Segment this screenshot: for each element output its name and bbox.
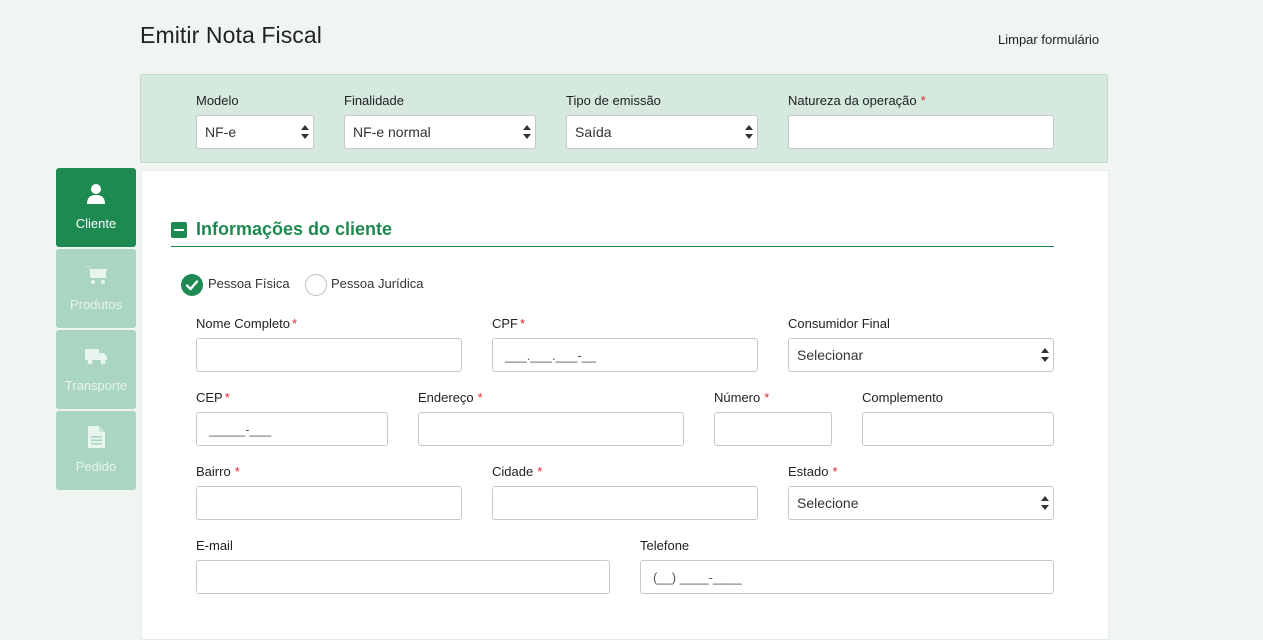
bairro-input[interactable] (196, 486, 462, 520)
numero-input[interactable] (714, 412, 832, 446)
page-title: Emitir Nota Fiscal (140, 22, 322, 48)
cidade-label-text: Cidade (492, 464, 534, 479)
tipo-emissao-select[interactable]: Saída (566, 115, 758, 149)
numero-label-text: Número (714, 390, 761, 405)
sidebar-tab-label: Cliente (75, 216, 117, 231)
email-label: E-mail (196, 538, 233, 553)
endereco-label-text: Endereço (418, 390, 474, 405)
required-marker: * (920, 93, 926, 108)
finalidade-select-value: NF-e normal (353, 124, 431, 140)
pessoa-juridica-radio[interactable] (305, 274, 327, 296)
telefone-label: Telefone (640, 538, 690, 553)
pessoa-fisica-label[interactable]: Pessoa Física (208, 276, 290, 291)
tipo-emissao-label: Tipo de emissão (566, 93, 661, 108)
sidebar-tab-label: Produtos (69, 297, 123, 312)
consumidor-final-select[interactable]: Selecionar (788, 338, 1054, 372)
estado-select-value: Selecione (797, 495, 859, 511)
truck-icon (85, 349, 107, 365)
sidebar-tab-label: Pedido (75, 459, 117, 474)
pessoa-juridica-label[interactable]: Pessoa Jurídica (331, 276, 424, 291)
section-title: Informações do cliente (196, 219, 393, 239)
nome-completo-input[interactable] (196, 338, 462, 372)
modelo-select-value: NF-e (205, 124, 237, 140)
sidebar-tab-produtos[interactable]: Produtos (56, 249, 136, 328)
cep-label-text: CEP (196, 390, 223, 405)
cpf-label: CPF * (492, 316, 525, 331)
cpf-placeholder: ___.___.___-__ (505, 348, 597, 363)
email-input[interactable] (196, 560, 610, 594)
sidebar-tab-label: Transporte (64, 378, 128, 393)
select-arrows-icon (1041, 496, 1049, 510)
required-marker: * (764, 390, 770, 405)
estado-label-text: Estado (788, 464, 829, 479)
endereco-input[interactable] (418, 412, 684, 446)
consumidor-final-label: Consumidor Final (788, 316, 890, 331)
cep-input[interactable]: _____-___ (196, 412, 388, 446)
clear-form-link[interactable]: Limpar formulário (998, 32, 1099, 47)
cart-icon (85, 266, 107, 284)
modelo-label: Modelo (196, 93, 239, 108)
natureza-operacao-input[interactable] (788, 115, 1054, 149)
collapse-section-button[interactable] (171, 222, 187, 238)
required-marker: * (291, 316, 297, 331)
select-arrows-icon (745, 125, 753, 139)
required-marker: * (537, 464, 543, 479)
tipo-emissao-select-value: Saída (575, 124, 612, 140)
required-marker: * (477, 390, 483, 405)
modelo-select[interactable]: NF-e (196, 115, 314, 149)
natureza-operacao-label: Natureza da operação * (788, 93, 926, 108)
select-arrows-icon (523, 125, 531, 139)
section-divider (171, 246, 1054, 247)
sidebar-tab-pedido[interactable]: Pedido (56, 411, 136, 490)
natureza-operacao-label-text: Natureza da operação (788, 93, 917, 108)
telefone-input[interactable]: (__) ____-____ (640, 560, 1054, 594)
required-marker: * (520, 316, 526, 331)
nome-completo-label: Nome Completo * (196, 316, 297, 331)
estado-select[interactable]: Selecione (788, 486, 1054, 520)
check-icon (185, 280, 199, 291)
select-arrows-icon (1041, 348, 1049, 362)
telefone-placeholder: (__) ____-____ (653, 570, 742, 585)
nome-completo-label-text: Nome Completo (196, 316, 290, 331)
estado-label: Estado * (788, 464, 838, 479)
finalidade-select[interactable]: NF-e normal (344, 115, 536, 149)
endereco-label: Endereço * (418, 390, 483, 405)
document-icon (88, 426, 105, 448)
user-icon (87, 184, 105, 204)
consumidor-final-value: Selecionar (797, 347, 864, 363)
sidebar-tab-cliente[interactable]: Cliente (56, 168, 136, 247)
complemento-input[interactable] (862, 412, 1054, 446)
sidebar-tab-transporte[interactable]: Transporte (56, 330, 136, 409)
cpf-label-text: CPF (492, 316, 518, 331)
bairro-label: Bairro * (196, 464, 240, 479)
cidade-input[interactable] (492, 486, 758, 520)
bairro-label-text: Bairro (196, 464, 231, 479)
cep-placeholder: _____-___ (209, 422, 272, 437)
cidade-label: Cidade * (492, 464, 542, 479)
select-arrows-icon (301, 125, 309, 139)
cpf-input[interactable]: ___.___.___-__ (492, 338, 758, 372)
finalidade-label: Finalidade (344, 93, 404, 108)
pessoa-fisica-radio[interactable] (181, 274, 203, 296)
numero-label: Número * (714, 390, 769, 405)
required-marker: * (832, 464, 838, 479)
cep-label: CEP * (196, 390, 230, 405)
complemento-label: Complemento (862, 390, 943, 405)
required-marker: * (224, 390, 230, 405)
required-marker: * (234, 464, 240, 479)
